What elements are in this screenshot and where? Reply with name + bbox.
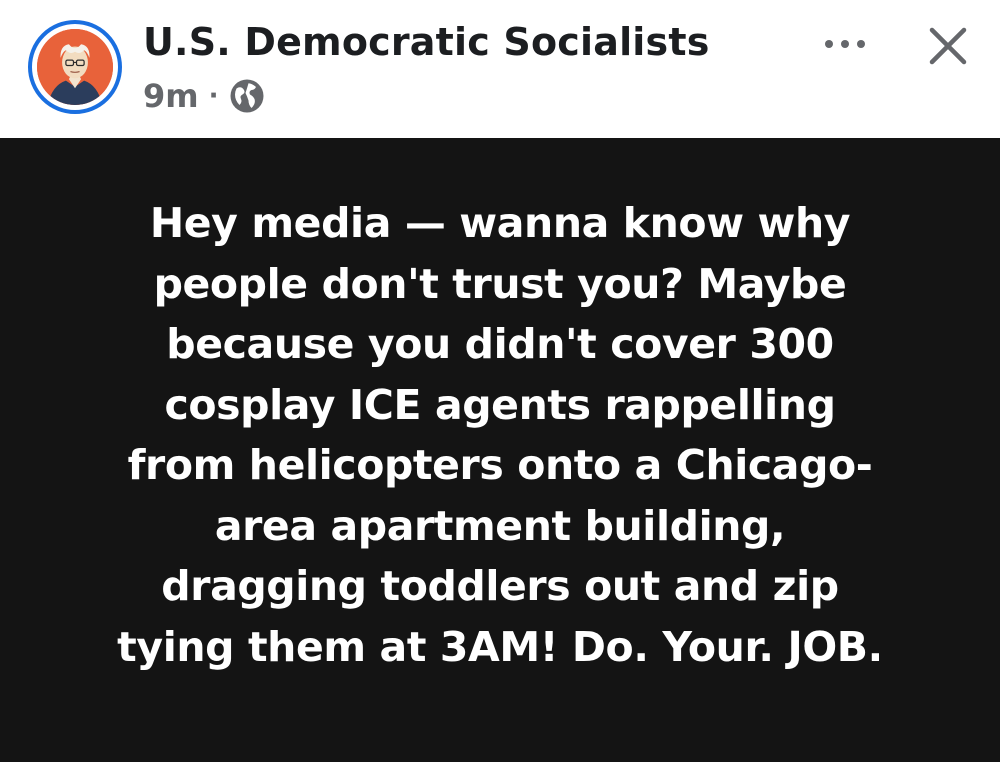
post-content: Hey media — wanna know why people don't … [0,138,1000,762]
post-text-line: cosplay ICE agents rappelling [164,380,836,429]
meta-separator: · [208,81,219,111]
post-text-line: area apartment building, [214,501,786,550]
post-text-line: Hey media — wanna know why [149,199,851,247]
facebook-post: U.S. Democratic Socialists 9m · Hey medi… [0,0,1000,762]
post-meta: 9m · [143,74,265,118]
post-header: U.S. Democratic Socialists 9m · [0,0,1000,138]
avatar-image [37,29,113,105]
post-text: Hey media — wanna know why people don't … [60,193,940,677]
post-text-line: people don't trust you? Maybe [153,259,847,308]
post-timestamp[interactable]: 9m [143,77,199,115]
post-text-line: tying them at 3AM! Do. Your. JOB. [117,622,883,671]
more-horizontal-icon[interactable] [818,22,872,66]
close-icon[interactable] [922,20,974,72]
globe-icon[interactable] [229,78,265,114]
post-text-line: because you didn't cover 300 [166,320,834,368]
page-name-link[interactable]: U.S. Democratic Socialists [143,20,710,64]
post-text-line: from helicopters onto a Chicago- [127,441,873,489]
avatar[interactable] [28,20,122,114]
post-text-line: dragging toddlers out and zip [161,562,839,610]
